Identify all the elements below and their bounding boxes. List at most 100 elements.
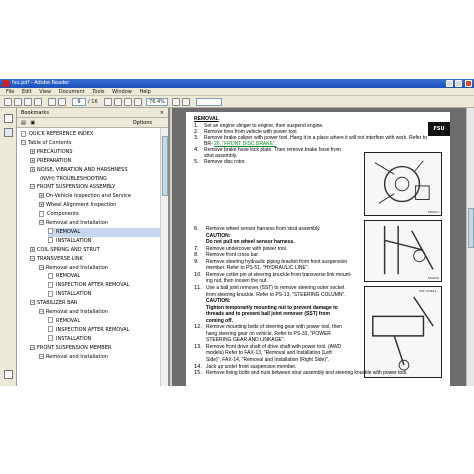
expander-icon[interactable]: − [30,255,35,261]
zoom-in-icon[interactable] [134,98,142,106]
bookmark-item[interactable]: − FRONT SUSPENSION ASSEMBLY [30,183,161,192]
bookmark-item[interactable]: INSTALLATION [48,290,161,299]
minimize-button[interactable] [445,80,453,87]
bookmark-item[interactable]: INSPECTION AFTER REMOVAL [48,281,161,290]
bookmark-label: INSTALLATION [56,237,92,244]
bookmark-item[interactable]: − Table of Contents [21,139,161,148]
scroll-thumb[interactable] [468,208,474,248]
menu-edit[interactable]: Edit [22,89,32,95]
bookmark-page-icon [48,317,53,324]
bookmark-item[interactable]: (NVH) TROUBLESHOOTING [30,175,161,184]
step-number: 11. [194,284,202,291]
brake-figure: SFA001 [364,152,442,216]
bookmark-item[interactable]: − Removal and Installation [39,264,161,273]
options-menu[interactable]: Options [133,118,152,128]
expander-icon[interactable]: + [39,193,44,199]
ball-joint-illustration [372,296,434,371]
hand-tool-icon[interactable] [114,98,122,106]
expand-icon[interactable]: ▤ [21,120,26,126]
page-number-field[interactable]: 9 [72,98,86,106]
step-number: 12. [194,324,202,331]
save-icon[interactable] [14,98,22,106]
step-text: Remove front drive shaft of drive shaft … [206,343,342,350]
bookmark-item[interactable]: − Removal and Installation [39,353,161,362]
bookmark-item[interactable]: + On-Vehicle Inspection and Service [39,192,161,201]
expander-icon[interactable]: + [30,246,35,252]
select-tool-icon[interactable] [104,98,112,106]
bookmark-item[interactable]: − STABILIZER BAR [30,299,161,308]
step-text: Use a ball joint remover (SST) to remove… [206,284,345,291]
bookmark-page-icon [48,281,53,288]
bookmark-item[interactable]: − FRONT SUSPENSION MEMBER [30,344,161,353]
step-text: CAUTION: [206,232,231,239]
email-icon[interactable] [34,98,42,106]
bookmark-label: NOISE, VIBRATION AND HARSHNESS [37,166,128,173]
bookmark-label: (NVH) TROUBLESHOOTING [40,175,107,182]
step-text: Remove wheel sensor harness from strut a… [206,226,321,232]
bookmark-item[interactable]: + Wheel Alignment Inspection [39,201,161,210]
menu-window[interactable]: Window [112,89,132,95]
toolbar: 9 / 16 76.4% [0,96,474,108]
close-button[interactable] [465,80,472,87]
bookmark-item[interactable]: + PREPARATION [30,157,161,166]
bookmark-item[interactable]: INSTALLATION [48,237,161,246]
bookmark-item[interactable]: INSPECTION AFTER REMOVAL [48,326,161,335]
bookmark-item[interactable]: − Removal and Installation [39,219,161,228]
expander-icon[interactable]: − [39,353,44,359]
zoom-field[interactable]: 76.4% [146,98,168,106]
menu-view[interactable]: View [39,89,51,95]
fit-page-icon[interactable] [172,98,180,106]
step-number: 7. [194,245,199,252]
expander-icon[interactable]: − [30,344,35,350]
scroll-thumb[interactable] [162,136,168,196]
bookmark-item[interactable]: REMOVAL [48,227,161,237]
zoom-out-icon[interactable] [124,98,132,106]
expander-icon[interactable]: − [30,184,35,190]
bookmark-page-icon [48,228,53,235]
step-text: hang steering gear on vehicle. Refer to … [206,330,331,337]
bookmarks-scrollbar[interactable] [160,128,168,386]
menu-document[interactable]: Document [59,89,85,95]
step-number: 10. [194,271,202,278]
bookmark-label: Removal and Installation [46,220,108,226]
bookmark-item[interactable]: + NOISE, VIBRATION AND HARSHNESS [30,166,161,175]
fit-width-icon[interactable] [182,98,190,106]
bookmark-label: STABILIZER BAR [37,300,78,307]
expander-icon[interactable]: − [39,309,44,314]
attachments-icon[interactable] [4,370,13,379]
expander-icon[interactable]: + [39,202,44,208]
step-text: Side)", FAX-14, "Removal and Installatio… [206,357,330,363]
expander-icon[interactable]: + [30,157,35,163]
expander-icon[interactable]: − [30,300,35,306]
bookmark-item[interactable]: + PRECAUTIONS [30,148,161,157]
document-scrollbar[interactable] [466,108,474,386]
new-bookmark-icon[interactable]: ▣ [30,120,35,126]
expander-icon[interactable]: + [30,148,35,154]
expander-icon[interactable]: − [39,220,44,225]
find-field[interactable] [196,98,222,106]
maximize-button[interactable] [455,80,463,87]
bookmark-item[interactable]: REMOVAL [48,317,161,326]
next-page-icon[interactable] [58,98,66,106]
expander-icon[interactable]: − [21,139,26,145]
bookmark-item[interactable]: INSTALLATION [48,335,161,344]
bookmarks-icon[interactable] [4,128,13,137]
expander-icon[interactable]: − [39,264,44,270]
bookmark-item[interactable]: REMOVAL [48,272,161,281]
bookmark-item[interactable]: QUICK REFERENCE INDEX [21,130,161,139]
bookmark-item[interactable]: Components [39,210,161,219]
menu-tools[interactable]: Tools [92,89,104,95]
print-icon[interactable] [24,98,32,106]
menu-help[interactable]: Help [139,89,150,95]
bookmark-item[interactable]: − Removal and Installation [39,308,161,317]
close-panel-icon[interactable]: × [160,108,164,118]
menu-file[interactable]: File [6,89,14,95]
bookmarks-title: Bookmarks [21,110,49,116]
pages-icon[interactable] [4,114,13,123]
bookmark-item[interactable]: − TRANSVERSE LINK [30,255,161,264]
bookmarks-header: Bookmarks × [17,108,168,118]
bookmark-item[interactable]: + COIL SPRING AND STRUT [30,246,161,255]
open-icon[interactable] [4,98,12,106]
previous-page-icon[interactable] [48,98,56,106]
expander-icon[interactable]: + [30,166,35,172]
